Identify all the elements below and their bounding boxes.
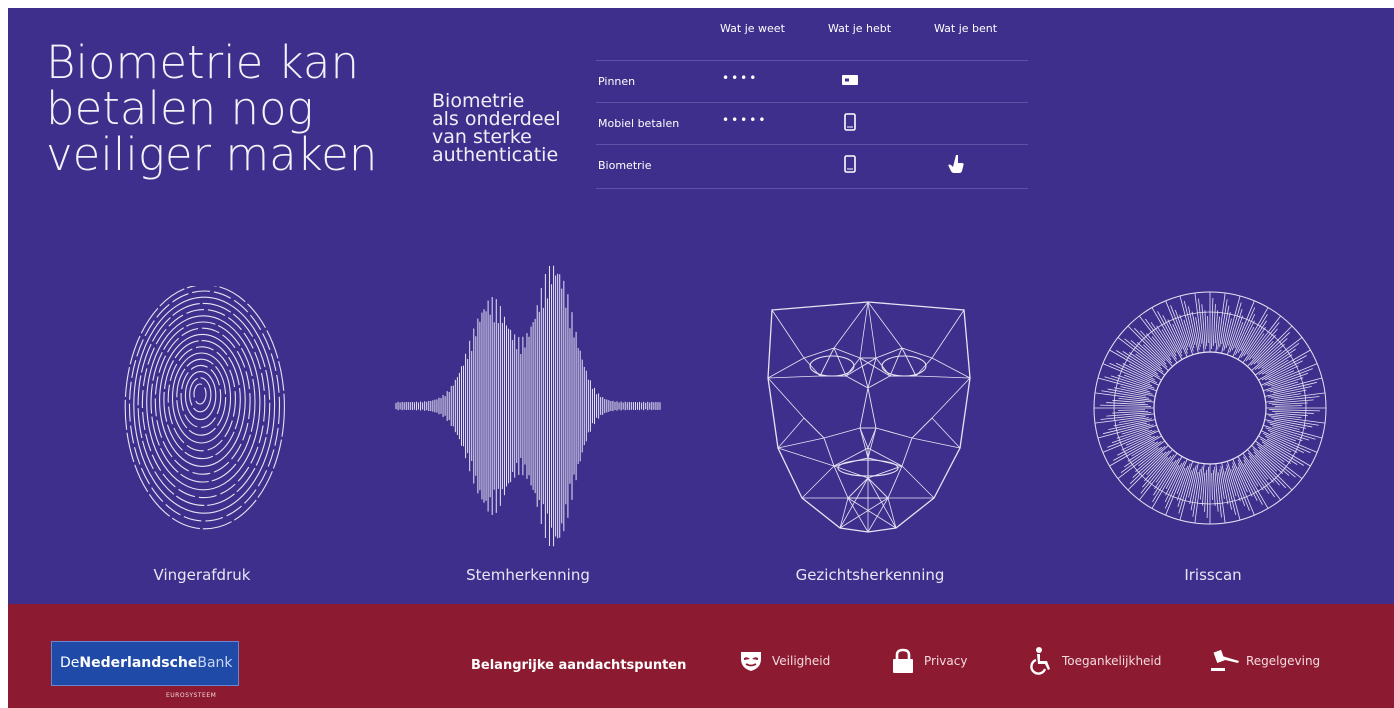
attention-heading: Belangrijke aandachtspunten — [471, 658, 687, 673]
iris-icon — [1092, 290, 1328, 526]
pin-dots: ••••• — [722, 113, 768, 127]
title-line: veiliger maken — [46, 128, 378, 181]
footer-item-veiligheid[interactable]: Veiligheid — [736, 646, 830, 676]
column-header-have: Wat je hebt — [828, 22, 892, 35]
table-row: Biometrie — [596, 144, 1028, 187]
logo-part: Bank — [197, 655, 233, 671]
bio-label-vingerafdruk: Vingerafdruk — [153, 566, 251, 584]
table-row: Pinnen •••• — [596, 60, 1028, 103]
footer-item-regelgeving[interactable]: Regelgeving — [1210, 646, 1320, 676]
footer-item-label: Veiligheid — [772, 654, 831, 668]
footer-item-label: Toegankelijkheid — [1062, 654, 1162, 668]
shield-mask-icon — [736, 646, 766, 676]
soundwave-icon — [390, 258, 666, 554]
wheelchair-icon — [1026, 646, 1056, 676]
main-panel: Biometrie kan betalen nog veiliger maken… — [8, 8, 1394, 604]
title-line: betalen nog — [46, 82, 314, 135]
logo-part: Nederlandsche — [79, 655, 198, 671]
column-header-know: Wat je weet — [720, 22, 785, 35]
card-icon — [840, 69, 860, 91]
subtitle: Biometrie als onderdeel van sterke authe… — [432, 92, 582, 166]
gavel-icon — [1210, 646, 1240, 676]
footer-bar: DeNederlandscheBank EUROSYSTEEM Belangri… — [8, 604, 1394, 708]
footer-item-toegankelijkheid[interactable]: Toegankelijkheid — [1026, 646, 1161, 676]
logo-part: De — [60, 655, 80, 671]
lock-icon — [888, 646, 918, 676]
row-label: Biometrie — [598, 159, 652, 172]
bio-label-gezichtsherkenning: Gezichtsherkenning — [795, 566, 945, 584]
row-label: Pinnen — [598, 75, 636, 88]
table-divider — [596, 188, 1028, 189]
subtitle-line: authenticatie — [432, 144, 559, 166]
face-mesh-icon — [764, 298, 976, 534]
bio-label-irisscan: Irisscan — [1184, 566, 1242, 584]
column-header-are: Wat je bent — [934, 22, 998, 35]
dnb-logo[interactable]: DeNederlandscheBank — [51, 641, 239, 686]
footer-item-label: Privacy — [924, 654, 968, 668]
finger-icon — [946, 153, 966, 175]
logo-text: DeNederlandscheBank — [60, 655, 233, 671]
footer-item-privacy[interactable]: Privacy — [888, 646, 967, 676]
title-line: Biometrie kan — [46, 36, 360, 89]
page-title: Biometrie kan betalen nog veiliger maken — [46, 40, 406, 178]
table-row: Mobiel betalen ••••• — [596, 102, 1028, 145]
row-label: Mobiel betalen — [598, 117, 680, 130]
phone-icon — [840, 111, 860, 133]
logo-subtitle: EUROSYSTEEM — [166, 692, 217, 699]
fingerprint-icon — [118, 286, 288, 536]
bio-label-stemherkenning: Stemherkenning — [466, 566, 590, 584]
infographic: Biometrie kan betalen nog veiliger maken… — [8, 8, 1394, 708]
footer-item-label: Regelgeving — [1246, 654, 1321, 668]
phone-icon — [840, 153, 860, 175]
pin-dots: •••• — [722, 71, 759, 85]
